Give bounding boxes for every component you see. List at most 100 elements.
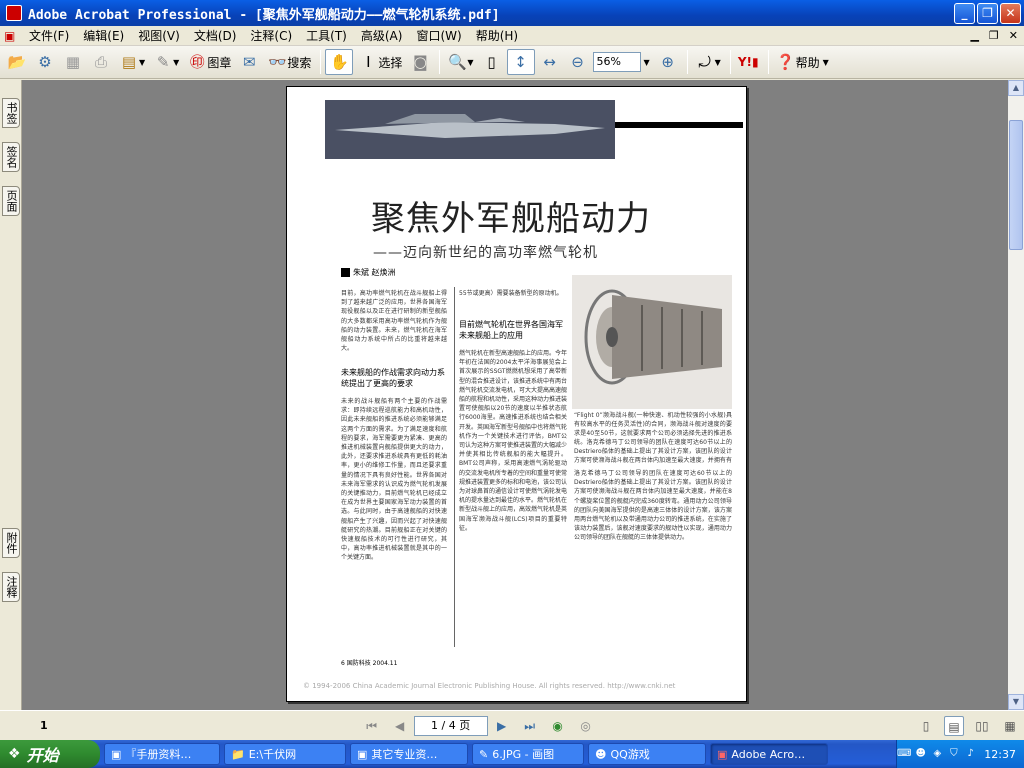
zoom-in-button[interactable]: ⊕: [655, 49, 681, 75]
save-button[interactable]: ▦: [60, 49, 86, 75]
continuous-facing-layout-icon[interactable]: ▦: [1000, 716, 1020, 736]
taskbar-item[interactable]: ✎ 6.JPG - 画图: [472, 743, 584, 765]
fit-width-button[interactable]: ↔: [537, 49, 563, 75]
rotate-view-button[interactable]: ⤾ ▼: [692, 49, 724, 75]
facing-layout-icon[interactable]: ▯▯: [972, 716, 992, 736]
ship-image: [325, 100, 615, 159]
menu-view[interactable]: 视图(V): [131, 27, 187, 44]
next-view-icon[interactable]: ◎: [576, 716, 596, 736]
stamp-button[interactable]: ㊞图章: [184, 49, 234, 75]
header-rule: [615, 122, 743, 128]
taskbar-item-label: 6.JPG - 画图: [492, 748, 555, 761]
minimize-button[interactable]: _: [954, 3, 975, 24]
previous-view-icon[interactable]: ◉: [548, 716, 568, 736]
taskbar-item[interactable]: 📁 E:\千伏网: [224, 743, 346, 765]
continuous-layout-icon[interactable]: ▤: [944, 715, 964, 736]
camera-icon: ◙: [413, 53, 428, 71]
hand-icon: ✋: [330, 53, 349, 71]
volume-icon[interactable]: ♪: [964, 747, 978, 761]
tab-comments[interactable]: 注释: [2, 572, 20, 602]
system-tray: ⌨ ☻ ◈ ⛉ ♪ 12:37: [896, 740, 1024, 768]
menu-document[interactable]: 文档(D): [187, 27, 244, 44]
menu-tools[interactable]: 工具(T): [299, 27, 354, 44]
document-view[interactable]: 聚焦外军舰船动力 ——迈向新世纪的高功率燃气轮机 朱斌 赵焕洲 目前，高功率燃气…: [22, 80, 1008, 710]
doc-close-icon[interactable]: ✕: [1009, 29, 1018, 42]
vertical-scrollbar[interactable]: ▲ ▼: [1008, 80, 1024, 710]
acrobat-app-icon[interactable]: [6, 5, 22, 21]
taskbar-item-active[interactable]: ▣ Adobe Acro…: [710, 743, 828, 765]
menu-comments[interactable]: 注释(C): [243, 27, 299, 44]
taskbar-item-label: 其它专业资…: [371, 748, 438, 761]
window-title-bar[interactable]: Adobe Acrobat Professional - [聚焦外军舰船动力——…: [0, 0, 1024, 26]
network-icon[interactable]: ◈: [931, 747, 945, 761]
help-button[interactable]: ❓ 帮助 ▼: [773, 49, 832, 75]
menu-advanced[interactable]: 高级(A): [354, 27, 410, 44]
tab-pages[interactable]: 页面: [2, 186, 20, 216]
single-page-layout-icon[interactable]: ▯: [916, 716, 936, 736]
security-shield-icon[interactable]: ⛉: [947, 747, 961, 761]
email-button[interactable]: ✉: [236, 49, 262, 75]
keyboard-icon[interactable]: ⌨: [897, 747, 911, 761]
create-pdf-button[interactable]: ▤ ▼: [116, 49, 148, 75]
menu-file[interactable]: 文件(F): [22, 27, 76, 44]
zoom-out-button[interactable]: ⊖: [565, 49, 591, 75]
taskbar-item-label: QQ游戏: [610, 748, 650, 761]
menu-edit[interactable]: 编辑(E): [76, 27, 131, 44]
open-button[interactable]: 📂: [4, 49, 30, 75]
document-window-controls: ▁ ❐ ✕: [970, 29, 1018, 42]
chevron-down-icon: ▼: [467, 57, 474, 67]
magnifier-icon: 🔍: [448, 53, 467, 71]
main-toolbar: 📂 ⚙ ▦ ⎙ ▤ ▼ ✎ ▼ ㊞图章 ✉ 👓 搜索 ✋ Ⅰ 选择 ◙ 🔍 ▼ ▯ ↕ ↔…: [0, 46, 1024, 79]
previous-page-icon[interactable]: ◀: [390, 716, 410, 736]
maximize-button[interactable]: ❐: [977, 3, 998, 24]
page-number-line: 6 国防科技 2004.11: [341, 660, 398, 667]
column-2b: 燃气轮机在新型高速舰船上的应用。今年年初在法国的2004太平洋海事展览会上首次展…: [459, 350, 567, 532]
start-label: 开始: [26, 746, 59, 765]
next-page-icon[interactable]: ▶: [492, 716, 512, 736]
first-page-icon[interactable]: ⏮: [362, 716, 382, 736]
doc-minimize-icon[interactable]: ▁: [970, 29, 978, 42]
article-authors: 朱斌 赵焕洲: [341, 267, 396, 278]
print-button[interactable]: ⎙: [88, 49, 114, 75]
column-2a: 55节或更高）需要装备新型的原动机。: [459, 290, 563, 297]
snapshot-button[interactable]: ◙: [407, 49, 433, 75]
taskbar-item[interactable]: ▣ 『手册资料…: [104, 743, 220, 765]
taskbar-item[interactable]: ☻ QQ游戏: [588, 743, 706, 765]
taskbar-item[interactable]: ▣ 其它专业资…: [350, 743, 468, 765]
column-3b: 洛克希德马丁公司领导的团队在速度可达60节以上的Destriero船体的基础上提…: [574, 470, 732, 542]
page-number-input[interactable]: 1 / 4 页: [413, 715, 488, 736]
zoom-in-tool-button[interactable]: 🔍 ▼: [444, 49, 476, 75]
menu-help[interactable]: 帮助(H): [469, 27, 525, 44]
yahoo-button[interactable]: Y!▮: [735, 49, 762, 75]
clock[interactable]: 12:37: [984, 748, 1016, 761]
document-icon[interactable]: ▣: [4, 29, 18, 43]
tab-signatures[interactable]: 签名: [2, 142, 20, 172]
zoom-dropdown[interactable]: ▼: [641, 49, 653, 75]
attach-button[interactable]: ✎ ▼: [150, 49, 182, 75]
tab-attachments[interactable]: 附件: [2, 528, 20, 558]
last-page-icon[interactable]: ⏭: [520, 716, 540, 736]
menu-window[interactable]: 窗口(W): [409, 27, 468, 44]
qq-icon: ☻: [595, 747, 607, 761]
select-tool-button[interactable]: Ⅰ 选择: [355, 49, 405, 75]
column-divider: [454, 287, 455, 647]
search-button[interactable]: 👓 搜索: [264, 49, 314, 75]
start-button[interactable]: ❖ 开始: [0, 740, 100, 768]
tab-bookmarks[interactable]: 书签: [2, 98, 20, 128]
organizer-button[interactable]: ⚙: [32, 49, 58, 75]
scroll-thumb[interactable]: [1009, 120, 1023, 250]
scroll-down-icon[interactable]: ▼: [1008, 694, 1024, 710]
doc-restore-icon[interactable]: ❐: [989, 29, 999, 42]
menu-bar: ▣ 文件(F) 编辑(E) 视图(V) 文档(D) 注释(C) 工具(T) 高级…: [0, 26, 1024, 46]
hand-tool-button[interactable]: ✋: [325, 49, 354, 75]
window-title: Adobe Acrobat Professional - [聚焦外军舰船动力——…: [28, 7, 500, 23]
zoom-level-input[interactable]: 56%: [592, 52, 641, 72]
close-button[interactable]: ✕: [1000, 3, 1021, 24]
actual-size-button[interactable]: ▯: [479, 49, 505, 75]
page-icon: ▯: [487, 53, 496, 71]
fit-page-button[interactable]: ↕: [506, 49, 535, 75]
navigation-panel-tabs: 书签 签名 页面 附件 注释: [0, 80, 22, 710]
column-1b: 未来的战斗舰船有两个主要的作战需求：即持续远程巡航能力和高机动性，因此未来舰船的…: [341, 398, 447, 562]
qq-tray-icon[interactable]: ☻: [914, 747, 928, 761]
scroll-up-icon[interactable]: ▲: [1008, 80, 1024, 96]
